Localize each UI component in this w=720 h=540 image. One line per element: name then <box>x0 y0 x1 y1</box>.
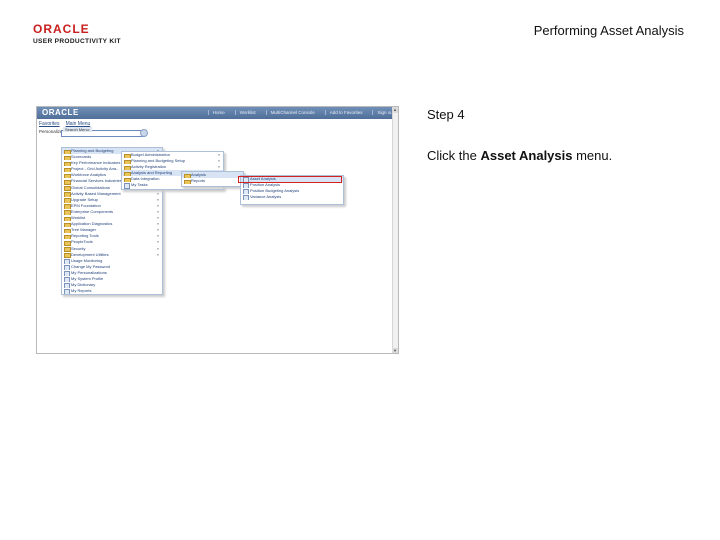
main-menu-item-label: Key Performance Indicators <box>71 160 121 166</box>
main-menu-item-label: Activity Based Management <box>71 190 121 196</box>
main-menu-item-label: Enterprise Components <box>71 208 114 214</box>
main-menu-item-label: Usage Monitoring <box>71 257 103 263</box>
asset-analysis-highlight <box>238 176 342 183</box>
nav-signout-link[interactable]: Sign out <box>372 110 394 115</box>
analysis-menu-item[interactable]: Reports <box>182 178 243 185</box>
chevron-right-icon: » <box>156 215 159 221</box>
chevron-right-icon: » <box>156 221 159 227</box>
scroll-down-icon[interactable]: ▼ <box>392 348 398 353</box>
main-menu-item-label: Planning and Budgeting <box>71 148 114 153</box>
main-menu-item-label: Workforce Analytics <box>71 172 107 178</box>
analysis-reporting-submenu: Analysis Reports <box>181 171 244 187</box>
main-menu-item-label: PeopleTools <box>71 239 93 245</box>
nav-home-link[interactable]: Home <box>207 110 225 115</box>
chevron-right-icon: » <box>156 202 159 208</box>
submenu-item-label: My Tasks <box>131 182 148 188</box>
submenu-item-label: Budget Administration <box>131 152 170 157</box>
chevron-right-icon: » <box>156 196 159 202</box>
chevron-right-icon: » <box>156 190 159 196</box>
nav-favorites-link[interactable]: Add to Favorites <box>324 110 362 115</box>
submenu-item-label: Activity Registration <box>131 164 167 170</box>
analysis-item-item[interactable]: Variance Analysis <box>241 194 343 201</box>
app-header-bar: ORACLE Home Worklist MultiChannel Consol… <box>37 107 398 119</box>
search-icon[interactable] <box>140 129 148 137</box>
chevron-right-icon: » <box>156 251 159 257</box>
page-title: Performing Asset Analysis <box>533 23 684 38</box>
main-menu-item-label: Change My Password <box>71 263 111 269</box>
tab-favorites[interactable]: Favorites <box>39 121 60 127</box>
chevron-right-icon: » <box>217 158 220 164</box>
analysis-item-item-label: Variance Analysis <box>250 194 282 200</box>
application-screenshot: ORACLE Home Worklist MultiChannel Consol… <box>36 106 399 354</box>
search-menu-label: Search Menu: <box>63 127 92 132</box>
main-menu-item-label: Worklist <box>71 215 86 221</box>
personalize-link[interactable]: Personalize <box>39 129 63 134</box>
main-menu-item-label: EPM Foundation <box>71 202 101 208</box>
scroll-up-icon[interactable]: ▲ <box>392 107 398 113</box>
step-instruction: Click the Asset Analysis menu. <box>427 148 612 163</box>
analysis-menu-item-label: Analysis <box>191 172 206 177</box>
analysis-menu-item-label: Reports <box>191 178 206 184</box>
chevron-right-icon: » <box>217 152 220 157</box>
nav-multichannel-link[interactable]: MultiChannel Console <box>265 110 315 115</box>
chevron-right-icon: » <box>217 164 220 170</box>
main-menu-item-label: Reporting Tools <box>71 233 99 239</box>
main-menu-item-label: My System Profile <box>71 275 104 281</box>
main-menu-item-label: Scorecards <box>71 154 92 160</box>
chevron-right-icon: » <box>156 227 159 233</box>
chevron-right-icon: » <box>156 208 159 214</box>
chevron-right-icon: » <box>156 233 159 239</box>
instruction-target: Asset Analysis <box>480 148 573 163</box>
chevron-right-icon: » <box>156 245 159 251</box>
main-menu-item-label: Financial Services Industries <box>71 178 122 184</box>
instruction-prefix: Click the <box>427 148 481 163</box>
instruction-suffix: menu. <box>572 148 613 163</box>
main-menu-item-label: Application Diagnostics <box>71 221 113 227</box>
main-menu-item-label: My Personalizations <box>71 269 107 275</box>
main-menu-item-label: Global Consolidations <box>71 184 110 190</box>
main-menu-item-label: Upgrade Setup <box>71 196 98 202</box>
vertical-scrollbar[interactable]: ▲ ▼ <box>392 107 398 353</box>
chevron-right-icon: » <box>156 239 159 245</box>
main-menu-item-label: Development Utilities <box>71 251 109 257</box>
main-menu-item-label: Security <box>71 245 86 251</box>
oracle-upk-logo: ORACLE USER PRODUCTIVITY KIT <box>33 22 128 45</box>
main-menu-item-label: Tree Manager <box>71 227 96 233</box>
logo-subtitle: USER PRODUCTIVITY KIT <box>33 38 121 45</box>
step-label: Step 4 <box>427 107 465 122</box>
main-menu-item-label: Project - Grid Activity Ana... <box>71 166 120 172</box>
submenu-item-label: Data Integration <box>131 176 160 182</box>
app-logo: ORACLE <box>42 108 79 117</box>
main-menu-item[interactable]: My Reports <box>62 288 162 295</box>
analysis-item-item-label: Position Budgeting Analysis <box>250 188 300 194</box>
main-menu-item-label: My Reports <box>71 288 92 294</box>
main-menu-item-label: My Dictionary <box>71 282 96 288</box>
app-top-nav: Home Worklist MultiChannel Console Add t… <box>207 110 394 115</box>
submenu-item-label: Analysis and Reporting <box>131 170 173 176</box>
logo-wordmark: ORACLE <box>33 22 90 36</box>
submenu-item-label: Planning and Budgeting Setup <box>131 158 186 164</box>
nav-worklist-link[interactable]: Worklist <box>234 110 256 115</box>
